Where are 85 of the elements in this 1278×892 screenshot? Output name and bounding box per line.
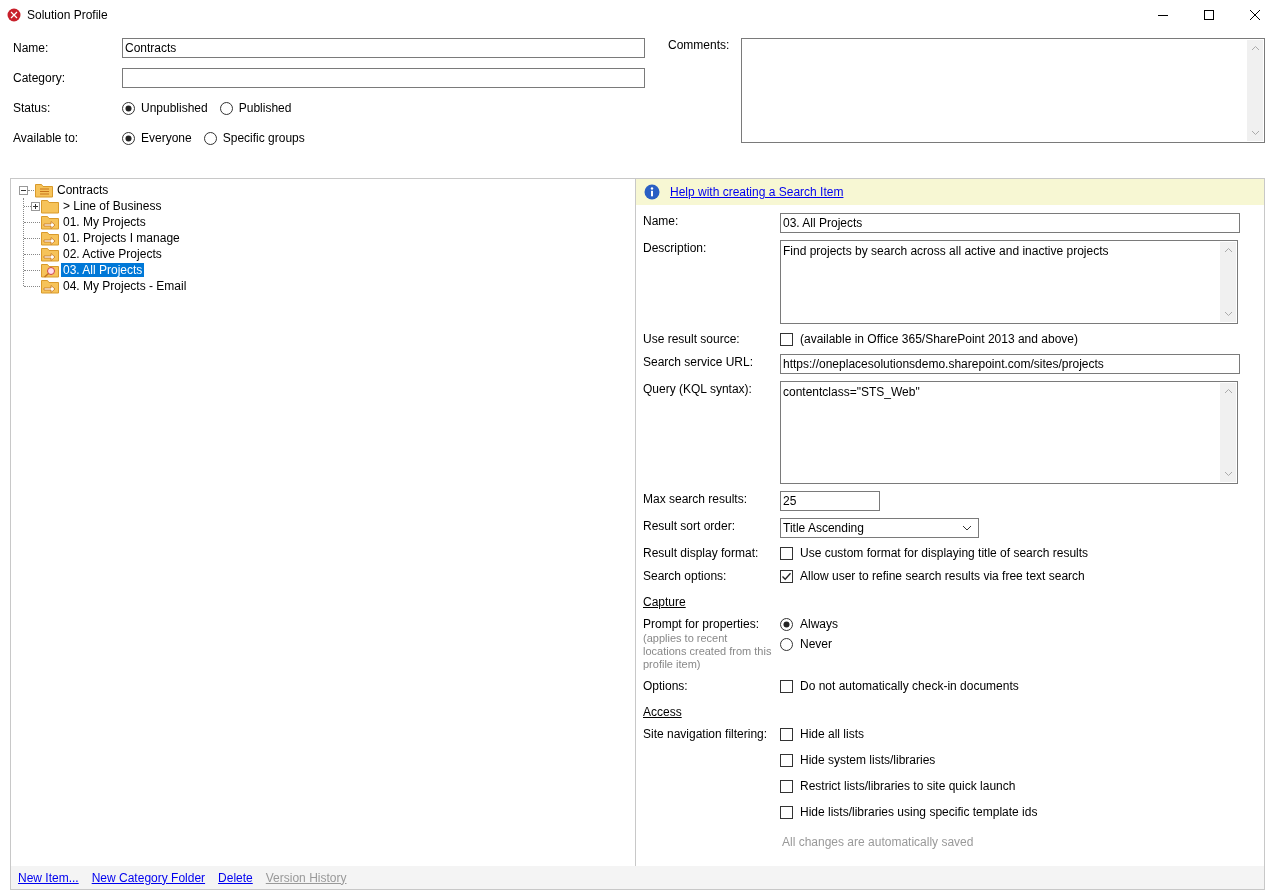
chevron-down-icon xyxy=(962,525,972,531)
folder-arrow-icon xyxy=(41,230,59,246)
footer-link[interactable]: Delete xyxy=(218,870,253,885)
tree-item[interactable]: 02. Active Projects xyxy=(61,247,164,261)
radio-label[interactable]: Never xyxy=(800,637,832,651)
tree-item[interactable]: 03. All Projects xyxy=(61,263,145,277)
folder-icon xyxy=(41,198,59,214)
field-label: Max search results: xyxy=(643,491,749,507)
status-message: All changes are automatically saved xyxy=(782,835,975,849)
checkbox-label[interactable]: Do not automatically check-in documents xyxy=(800,679,1019,693)
name-field[interactable]: Contracts xyxy=(122,38,645,58)
close-icon xyxy=(1250,10,1260,20)
tree-item[interactable]: Contracts xyxy=(55,183,111,197)
field-label: Query (KQL syntax): xyxy=(643,381,753,397)
folder-arrow-icon xyxy=(41,246,59,262)
expand-icon[interactable] xyxy=(31,201,40,211)
app-logo-icon xyxy=(7,8,21,22)
help-link[interactable]: Help with creating a Search Item xyxy=(670,185,844,199)
field-label: Site navigation filtering: xyxy=(643,726,769,742)
dropdown[interactable]: Title Ascending xyxy=(780,518,979,538)
radio-button[interactable] xyxy=(122,101,135,115)
radio-button[interactable] xyxy=(219,101,233,115)
field-label: Description: xyxy=(643,240,708,256)
footer-link[interactable]: New Category Folder xyxy=(91,870,206,885)
info-icon xyxy=(644,184,660,200)
field-label: Available to: xyxy=(13,131,80,145)
field-label: Search options: xyxy=(643,568,728,584)
checkbox[interactable] xyxy=(780,569,793,583)
checkbox[interactable] xyxy=(780,779,793,793)
checkbox[interactable] xyxy=(780,332,793,346)
folder-magnifier-icon xyxy=(41,262,59,278)
field-label: Name: xyxy=(643,213,680,229)
tree-item[interactable]: 01. My Projects xyxy=(61,215,148,229)
checkbox-label[interactable]: Restrict lists/libraries to site quick launch xyxy=(800,779,1016,793)
text-field[interactable]: https://oneplacesolutionsdemo.sharepoint.com/sites/projects xyxy=(780,354,1240,374)
field-label: Category: xyxy=(13,71,67,85)
checkbox[interactable] xyxy=(780,805,793,819)
radio-label[interactable]: Always xyxy=(800,617,838,631)
folder-list-icon xyxy=(35,182,53,198)
footer-link[interactable]: New Item... xyxy=(18,870,79,885)
checkbox-label[interactable]: (available in Office 365/SharePoint 2013 and above) xyxy=(800,332,1078,346)
radio-label[interactable]: Unpublished xyxy=(141,101,208,115)
checkbox[interactable] xyxy=(780,753,793,767)
comments-field[interactable] xyxy=(741,38,1265,143)
checkbox-label[interactable]: Hide all lists xyxy=(800,727,865,741)
checkbox[interactable] xyxy=(780,546,793,560)
radio-label[interactable]: Specific groups xyxy=(222,131,305,145)
radio-button[interactable] xyxy=(203,131,217,145)
category-field[interactable] xyxy=(122,68,645,88)
number-field[interactable]: 25 xyxy=(780,491,880,511)
radio-button[interactable] xyxy=(780,617,793,631)
field-label: Result display format: xyxy=(643,545,760,561)
checkbox-label[interactable]: Hide lists/libraries using specific template ids xyxy=(800,805,1038,819)
field-hint: (applies to recent locations created from this profile item) xyxy=(643,632,773,671)
radio-label[interactable]: Published xyxy=(238,101,292,115)
window-title: Solution Profile xyxy=(27,8,109,22)
section-heading: Capture xyxy=(643,595,687,609)
radio-label[interactable]: Everyone xyxy=(141,131,192,145)
tree-item[interactable]: 04. My Projects - Email xyxy=(61,279,189,293)
checkbox-label[interactable]: Allow user to refine search results via free text search xyxy=(800,569,1085,583)
checkbox[interactable] xyxy=(780,727,793,741)
field-label: Options: xyxy=(643,678,689,694)
field-label: Status: xyxy=(13,101,52,115)
tree-item[interactable]: > Line of Business xyxy=(61,199,164,213)
radio-button[interactable] xyxy=(780,637,793,651)
field-label: Comments: xyxy=(668,38,731,54)
minimize-icon xyxy=(1158,14,1168,16)
checkbox-label[interactable]: Hide system lists/libraries xyxy=(800,753,936,767)
folder-arrow-icon xyxy=(41,278,59,294)
collapse-icon[interactable] xyxy=(19,185,28,195)
text-area[interactable]: Find projects by search across all active and inactive projects xyxy=(780,240,1238,324)
field-label: Search service URL: xyxy=(643,354,755,370)
field-label: Use result source: xyxy=(643,331,741,347)
maximize-icon xyxy=(1204,10,1214,20)
checkbox-label[interactable]: Use custom format for displaying title of search results xyxy=(800,546,1089,560)
text-area[interactable]: contentclass="STS_Web" xyxy=(780,381,1238,484)
checkbox[interactable] xyxy=(780,679,793,693)
text-field[interactable]: 03. All Projects xyxy=(780,213,1240,233)
field-label: Name: xyxy=(13,41,50,55)
field-label: Result sort order: xyxy=(643,518,737,534)
folder-arrow-icon xyxy=(41,214,59,230)
radio-button[interactable] xyxy=(122,131,135,145)
tree-item[interactable]: 01. Projects I manage xyxy=(61,231,182,245)
section-heading: Access xyxy=(643,705,683,719)
field-label: Prompt for properties: xyxy=(643,616,761,632)
